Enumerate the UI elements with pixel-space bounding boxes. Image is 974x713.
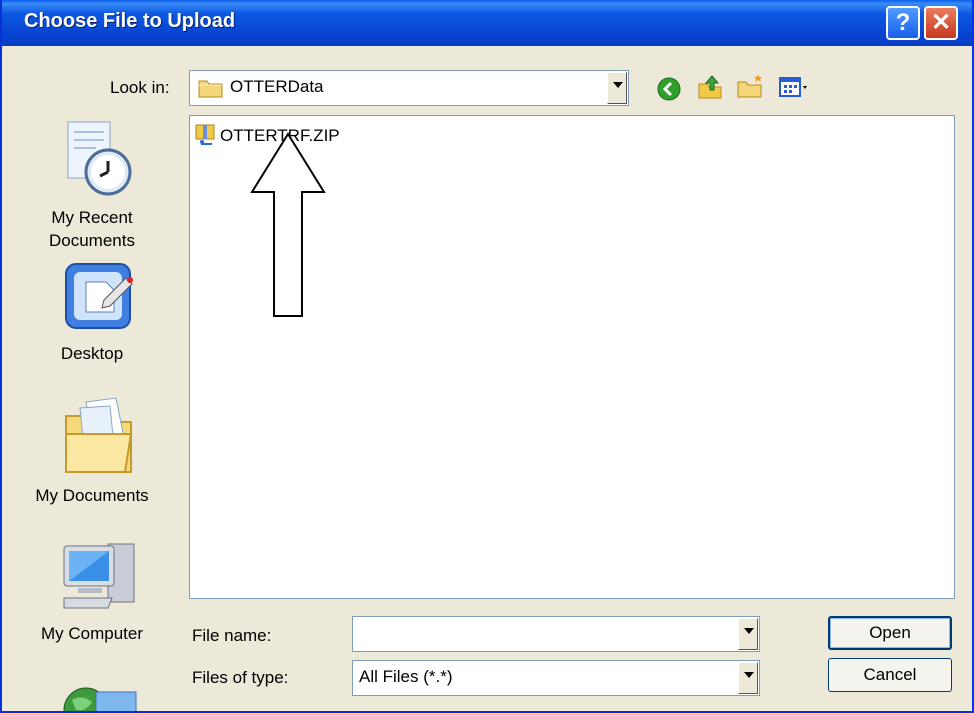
place-label: Desktop [60,344,124,363]
desktop-icon [65,263,133,329]
files-of-type-value: All Files (*.*) [359,667,453,686]
look-in-value: OTTERData [230,77,324,96]
look-in-dropdown[interactable]: OTTERData [189,70,629,106]
place-my-computer[interactable]: My Computer [2,534,182,648]
places-bar: My Recent Documents Desktop My Documents [2,108,182,711]
new-folder-icon[interactable] [736,72,764,100]
cancel-button[interactable]: Cancel [828,658,952,692]
file-name-label: File name: [192,626,272,645]
place-my-documents[interactable]: My Documents [2,390,182,508]
help-button[interactable]: ? [886,6,920,40]
place-desktop[interactable]: Desktop [2,256,182,368]
folder-icon [198,80,223,98]
files-of-type-dropdown-arrow[interactable] [738,662,758,694]
file-list[interactable]: OTTERTRF.ZIP [189,115,955,599]
files-of-type-dropdown[interactable]: All Files (*.*) [352,660,760,696]
place-label: Documents [49,231,135,250]
up-folder-icon[interactable] [696,72,724,100]
back-icon[interactable] [656,76,682,102]
place-label: My Documents [35,486,149,505]
zip-file-icon [195,124,215,145]
up-arrow-annotation-icon [250,132,326,317]
file-upload-dialog: Choose File to Upload ? ✕ Look in: OTTER… [0,0,974,713]
title-bar[interactable]: Choose File to Upload ? ✕ [2,0,972,46]
file-name-dropdown-arrow[interactable] [738,618,758,650]
open-button[interactable]: Open [828,616,952,650]
file-name-input[interactable] [352,616,760,652]
view-menu-icon[interactable] [778,76,812,100]
place-network[interactable] [2,664,182,711]
place-label: My Recent [51,208,133,227]
my-documents-icon [65,397,133,473]
dialog-title: Choose File to Upload [24,10,236,32]
close-button[interactable]: ✕ [924,6,958,40]
look-in-label: Look in: [110,78,170,97]
my-computer-icon [63,543,135,609]
files-of-type-label: Files of type: [192,668,289,687]
place-label: My Computer [40,624,144,643]
network-places-icon [63,687,137,711]
recent-documents-icon [67,121,132,196]
place-my-recent-documents[interactable]: My Recent Documents [2,114,182,254]
look-in-dropdown-arrow[interactable] [607,72,627,104]
